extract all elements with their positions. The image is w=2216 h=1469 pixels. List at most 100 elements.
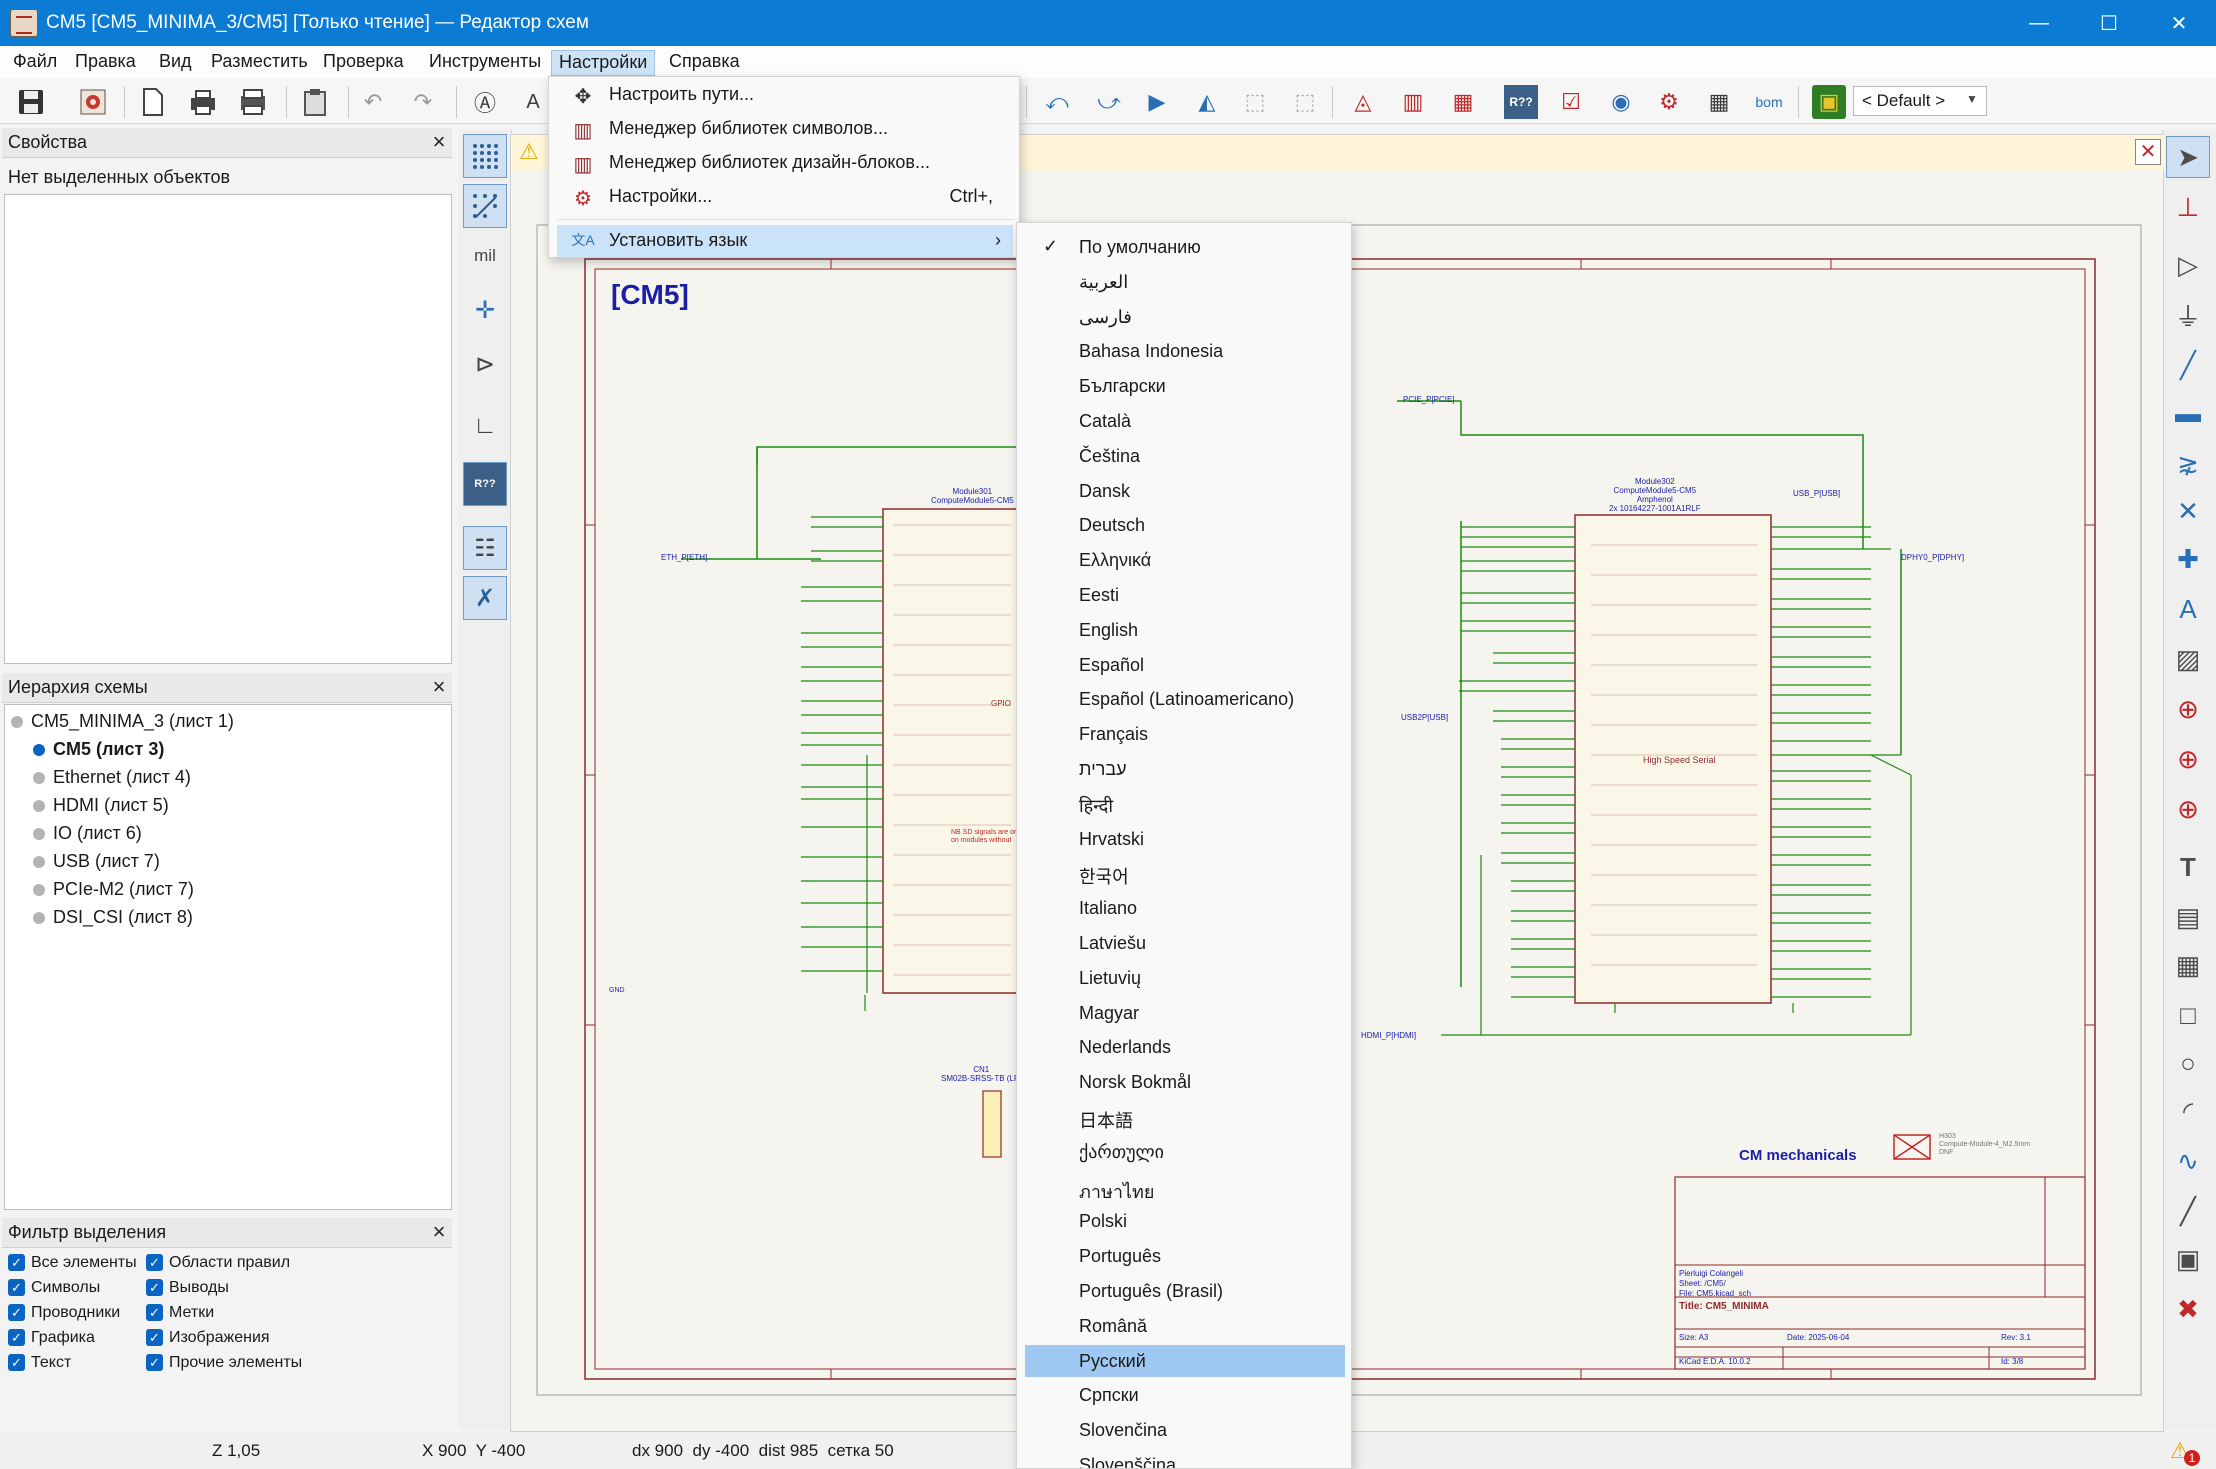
ungroup-icon[interactable]: ⬚: [1288, 85, 1322, 119]
language-item[interactable]: Hrvatski: [1025, 823, 1345, 855]
language-item[interactable]: ✓ По умолчанию: [1025, 231, 1345, 263]
annotate-icon[interactable]: R??: [1504, 85, 1538, 119]
language-item[interactable]: فارسی: [1025, 301, 1345, 333]
language-item[interactable]: Русский: [1025, 1344, 1345, 1377]
language-item[interactable]: हिन्दी: [1025, 788, 1345, 820]
tree-item-io[interactable]: IO (лист 6): [33, 819, 142, 847]
language-item[interactable]: ქართული: [1025, 1136, 1345, 1168]
arc-icon[interactable]: ◜: [2166, 1090, 2210, 1132]
pcb-editor-icon[interactable]: ▣: [1812, 85, 1846, 119]
group-icon[interactable]: ⬚: [1238, 85, 1272, 119]
highlight-net-icon[interactable]: ⊥: [2166, 186, 2210, 228]
tree-item-dsi-csi[interactable]: DSI_CSI (лист 8): [33, 903, 193, 931]
assign-footprints-icon[interactable]: ⚙: [1652, 85, 1686, 119]
language-item[interactable]: Magyar: [1025, 997, 1345, 1029]
language-item[interactable]: Română: [1025, 1310, 1345, 1342]
filter-wires[interactable]: ✓ Проводники: [8, 1304, 120, 1322]
tree-item-hdmi[interactable]: HDMI (лист 5): [33, 791, 169, 819]
mirror-vertical-icon[interactable]: ▶: [1140, 85, 1174, 119]
menu-preferences[interactable]: Настройки: [551, 50, 656, 76]
find-replace-icon[interactable]: A: [516, 85, 550, 119]
symbol-browser-icon[interactable]: ▥: [1396, 85, 1430, 119]
menu-set-language[interactable]: 文A Установить язык ›: [557, 225, 1013, 257]
close-infobar-icon[interactable]: ✕: [2135, 139, 2161, 165]
filter-text[interactable]: ✓ Текст: [8, 1354, 71, 1372]
hier-sheet-icon[interactable]: ⊕: [2166, 788, 2210, 830]
menu-configure-paths[interactable]: ✥ Настроить пути...: [557, 79, 1013, 111]
grid-overrides-icon[interactable]: [463, 184, 507, 228]
close-icon[interactable]: ×: [428, 131, 450, 154]
language-item[interactable]: Bahasa Indonesia: [1025, 335, 1345, 367]
menu-design-block-libraries[interactable]: ▥ Менеджер библиотек дизайн-блоков...: [557, 147, 1013, 179]
global-label-icon[interactable]: ⊕: [2166, 688, 2210, 730]
language-item[interactable]: Español: [1025, 649, 1345, 681]
menu-tools[interactable]: Инструменты: [422, 50, 548, 76]
language-item[interactable]: Čeština: [1025, 440, 1345, 472]
warning-icon[interactable]: ⚠: [519, 140, 543, 164]
tree-item-root[interactable]: CM5_MINIMA_3 (лист 1): [11, 707, 234, 735]
save-icon[interactable]: [14, 85, 48, 119]
filter-labels[interactable]: ✓ Метки: [146, 1304, 214, 1322]
properties-toggle-icon[interactable]: ✗: [463, 576, 507, 620]
language-item[interactable]: Català: [1025, 405, 1345, 437]
no-connect-icon[interactable]: ✕: [2166, 490, 2210, 532]
language-item[interactable]: Slovenčina: [1025, 1414, 1345, 1446]
filter-all[interactable]: ✓ Все элементы: [8, 1254, 137, 1272]
hierarchy-nav-icon[interactable]: ⊳: [463, 342, 507, 386]
language-item[interactable]: Български: [1025, 370, 1345, 402]
bus-entry-icon[interactable]: ⋧: [2166, 442, 2210, 484]
circle-icon[interactable]: ○: [2166, 1042, 2210, 1084]
menu-inspect[interactable]: Проверка: [316, 50, 411, 76]
net-class-icon[interactable]: ▨: [2166, 638, 2210, 680]
angle-constraint-icon[interactable]: ∟: [463, 404, 507, 448]
select-arrow-icon[interactable]: ➤: [2166, 136, 2210, 178]
close-window-button[interactable]: ✕: [2148, 0, 2210, 46]
menu-view[interactable]: Вид: [152, 50, 199, 76]
language-item[interactable]: English: [1025, 614, 1345, 646]
symbol-editor-icon[interactable]: ◬: [1346, 85, 1380, 119]
maximize-button[interactable]: ☐: [2078, 0, 2140, 46]
footprint-assignment-icon[interactable]: ▦: [1446, 85, 1480, 119]
language-item[interactable]: עברית: [1025, 753, 1345, 785]
language-item[interactable]: العربية: [1025, 266, 1345, 298]
language-item[interactable]: Español (Latinoamericano): [1025, 683, 1345, 715]
filter-symbols[interactable]: ✓ Символы: [8, 1279, 100, 1297]
language-item[interactable]: Português (Brasil): [1025, 1275, 1345, 1307]
language-item[interactable]: Français: [1025, 718, 1345, 750]
print-icon[interactable]: [186, 85, 220, 119]
junction-icon[interactable]: ✚: [2166, 538, 2210, 580]
close-icon[interactable]: ×: [428, 676, 450, 699]
find-icon[interactable]: Ⓐ: [468, 85, 502, 119]
language-item[interactable]: Dansk: [1025, 475, 1345, 507]
units-mil-icon[interactable]: mil: [463, 234, 507, 278]
filter-other[interactable]: ✓ Прочие элементы: [146, 1354, 302, 1372]
cursor-crosshair-icon[interactable]: ✛: [463, 288, 507, 332]
language-item[interactable]: 日本語: [1025, 1101, 1345, 1133]
filter-images[interactable]: ✓ Изображения: [146, 1329, 270, 1347]
menu-place[interactable]: Разместить: [204, 50, 315, 76]
rotate-cw-icon[interactable]: ⤻: [1092, 85, 1126, 119]
language-item[interactable]: Latviešu: [1025, 927, 1345, 959]
language-item[interactable]: Português: [1025, 1240, 1345, 1272]
language-item[interactable]: Italiano: [1025, 892, 1345, 924]
bom-icon[interactable]: bom: [1752, 85, 1786, 119]
undo-icon[interactable]: ↶: [356, 85, 390, 119]
language-item[interactable]: Nederlands: [1025, 1031, 1345, 1063]
tree-item-usb[interactable]: USB (лист 7): [33, 847, 160, 875]
language-item[interactable]: Ελληνικά: [1025, 544, 1345, 576]
language-item[interactable]: ภาษาไทย: [1025, 1171, 1345, 1203]
hier-label-icon[interactable]: ⊕: [2166, 738, 2210, 780]
menu-symbol-libraries[interactable]: ▥ Менеджер библиотек символов...: [557, 113, 1013, 145]
text-box-icon[interactable]: ▤: [2166, 896, 2210, 938]
filter-graphics[interactable]: ✓ Графика: [8, 1329, 95, 1347]
erc-icon[interactable]: ☑: [1554, 85, 1588, 119]
add-text-icon[interactable]: T: [2166, 846, 2210, 888]
bezier-icon[interactable]: ∿: [2166, 1140, 2210, 1182]
tree-item-pcie[interactable]: PCIe-M2 (лист 7): [33, 875, 194, 903]
bom-table-icon[interactable]: ▦: [1702, 85, 1736, 119]
simulator-icon[interactable]: ◉: [1604, 85, 1638, 119]
language-item[interactable]: Eesti: [1025, 579, 1345, 611]
tree-item-ethernet[interactable]: Ethernet (лист 4): [33, 763, 191, 791]
filter-rule-areas[interactable]: ✓ Области правил: [146, 1254, 290, 1272]
language-item[interactable]: Norsk Bokmål: [1025, 1066, 1345, 1098]
